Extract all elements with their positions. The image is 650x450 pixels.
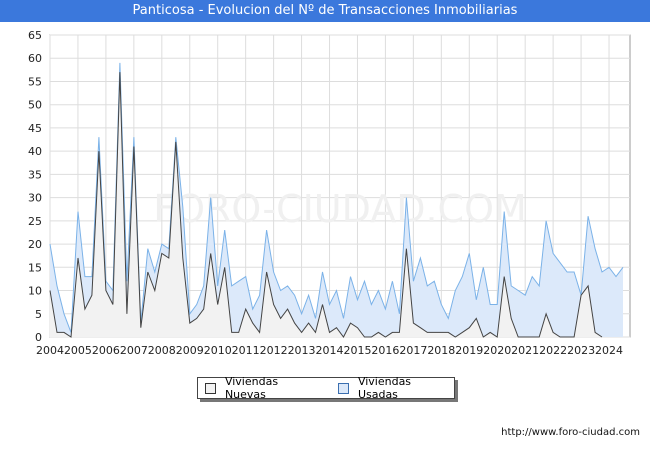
legend: Viviendas Nuevas Viviendas Usadas — [197, 375, 455, 401]
y-tick-label: 65 — [28, 29, 42, 42]
y-tick-label: 15 — [28, 261, 42, 274]
x-tick-label: 2014 — [316, 344, 344, 357]
x-tick-label: 2013 — [288, 344, 316, 357]
legend-label-usadas: Viviendas Usadas — [357, 375, 412, 401]
y-tick-label: 10 — [28, 285, 42, 298]
y-tick-label: 30 — [28, 192, 42, 205]
y-tick-label: 5 — [35, 308, 42, 321]
x-tick-label: 2007 — [120, 344, 148, 357]
y-tick-label: 0 — [35, 331, 42, 344]
y-tick-label: 55 — [28, 75, 42, 88]
chart-page: Panticosa - Evolucion del Nº de Transacc… — [0, 0, 650, 450]
x-tick-label: 2024 — [595, 344, 623, 357]
y-tick-label: 60 — [28, 52, 42, 65]
x-tick-label: 2004 — [36, 344, 64, 357]
x-tick-label: 2015 — [343, 344, 371, 357]
x-tick-label: 2021 — [511, 344, 539, 357]
legend-item-usadas: Viviendas Usadas — [337, 375, 454, 401]
x-tick-label: 2023 — [567, 344, 595, 357]
legend-swatch-nuevas — [205, 382, 216, 394]
x-tick-label: 2017 — [399, 344, 427, 357]
y-tick-label: 50 — [28, 99, 42, 112]
x-axis-ticks: 2004 2005 2006 2007 2008 2009 2010 2011 2012 2013… — [36, 344, 623, 357]
x-tick-label: 2006 — [92, 344, 120, 357]
source-credit: http://www.foro-ciudad.com — [501, 427, 640, 438]
legend-swatch-usadas — [337, 382, 349, 394]
legend-label-nuevas: Viviendas Nuevas — [224, 375, 279, 401]
y-tick-label: 40 — [28, 145, 42, 158]
x-tick-label: 2020 — [483, 344, 511, 357]
chart-svg: FORO-CIUDAD.COM 051015202530354045505560… — [28, 29, 631, 357]
x-tick-label: 2011 — [232, 344, 260, 357]
y-tick-label: 25 — [28, 215, 42, 228]
x-tick-label: 2022 — [539, 344, 567, 357]
y-tick-label: 35 — [28, 168, 42, 181]
y-tick-label: 20 — [28, 238, 42, 251]
legend-item-nuevas: Viviendas Nuevas — [205, 375, 322, 401]
x-tick-label: 2005 — [64, 344, 92, 357]
x-tick-label: 2009 — [176, 344, 204, 357]
y-tick-label: 45 — [28, 122, 42, 135]
x-tick-label: 2010 — [204, 344, 232, 357]
x-tick-label: 2019 — [455, 344, 483, 357]
y-axis-ticks: 0 5 10 15 20 25 30 35 40 45 50 55 60 65 — [28, 29, 42, 344]
x-tick-label: 2016 — [371, 344, 399, 357]
x-tick-label: 2008 — [148, 344, 176, 357]
x-tick-label: 2018 — [427, 344, 455, 357]
chart-title: Panticosa - Evolucion del Nº de Transacc… — [0, 0, 650, 22]
x-tick-label: 2012 — [260, 344, 288, 357]
